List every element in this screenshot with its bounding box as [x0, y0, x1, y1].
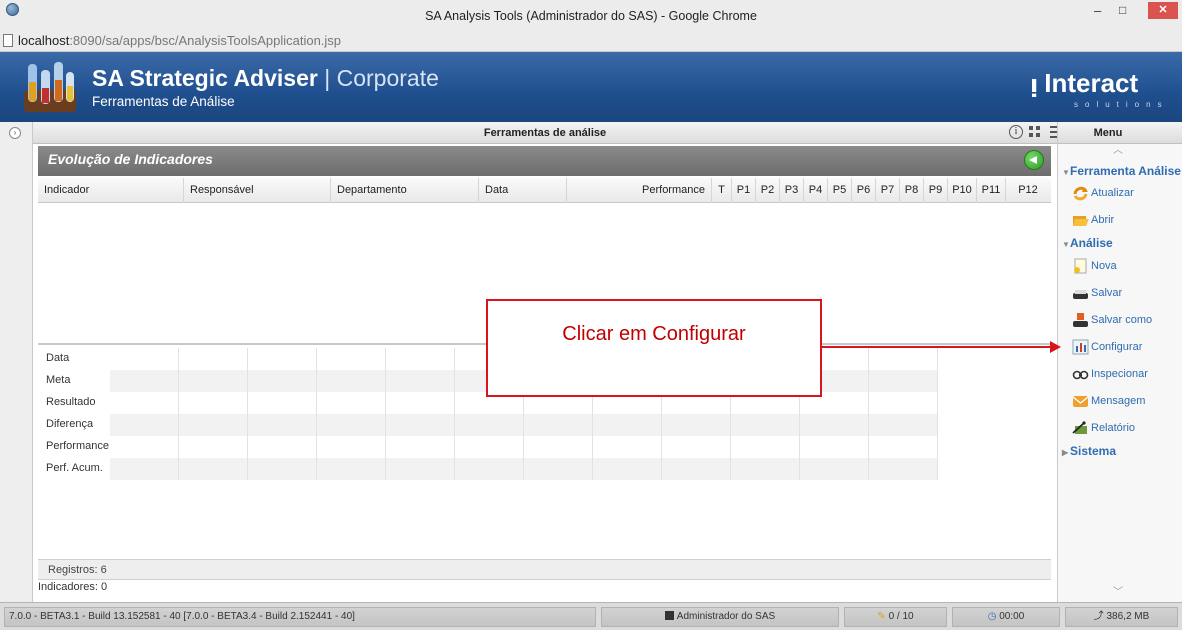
expanded-icon: ▼ — [1062, 168, 1070, 177]
inspect-icon — [1072, 370, 1089, 380]
build-info: 7.0.0 - BETA3.1 - Build 13.152581 - 40 [… — [4, 607, 596, 627]
left-collapsed-panel: › — [0, 122, 33, 602]
table-row: Performance — [38, 436, 1051, 458]
column-header[interactable]: Departamento — [331, 178, 479, 203]
column-header[interactable]: P3 — [780, 178, 804, 203]
configure-icon — [1072, 339, 1089, 355]
row-label: Performance — [46, 440, 109, 452]
menu-group-ferramenta-analise[interactable]: ▼Ferramenta Análise — [1062, 164, 1181, 178]
memory-icon: ⤴ — [1093, 611, 1104, 622]
app-subtitle: Ferramentas de Análise — [92, 94, 235, 109]
new-document-icon — [1074, 258, 1087, 274]
app-logo-icon — [24, 62, 76, 112]
user-status: Administrador do SAS — [601, 607, 839, 627]
save-icon — [1073, 290, 1088, 299]
close-button[interactable]: ✕ — [1148, 2, 1178, 19]
url-host: localhost — [18, 33, 70, 48]
task-status: ✎ 0 / 10 — [844, 607, 947, 627]
scroll-down-icon[interactable]: ﹀ — [1088, 588, 1148, 598]
column-header[interactable]: P4 — [804, 178, 828, 203]
column-header[interactable]: P1 — [732, 178, 756, 203]
side-menu: Menu ︿ ▼Ferramenta Análise Atualizar Abr… — [1057, 122, 1182, 602]
table-row: Perf. Acum. — [38, 458, 1051, 480]
url-text[interactable]: localhost:8090/sa/apps/bsc/AnalysisTools… — [18, 33, 341, 48]
page-icon — [3, 34, 13, 47]
row-label: Perf. Acum. — [46, 462, 103, 474]
expanded-icon: ▼ — [1062, 240, 1070, 249]
url-path: :8090/sa/apps/bsc/AnalysisToolsApplicati… — [69, 33, 342, 48]
menu-group-analise[interactable]: ▼Análise — [1062, 236, 1113, 250]
app-name: SA Strategic Adviser | Corporate — [92, 65, 439, 91]
table-row: Diferença — [38, 414, 1051, 436]
grid-view-icon[interactable] — [1029, 126, 1042, 139]
app-header: SA Strategic Adviser | Corporate Ferrame… — [0, 52, 1182, 122]
message-icon — [1072, 396, 1089, 407]
menu-group-sistema[interactable]: ▶ Sistema — [1062, 444, 1116, 458]
brand-logo: ᴉ Interact — [1030, 68, 1139, 98]
address-bar[interactable]: localhost:8090/sa/apps/bsc/AnalysisTools… — [0, 30, 1182, 52]
section-title: Evolução de Indicadores — [48, 151, 213, 167]
indicators-count: Indicadores: 0 — [38, 581, 108, 593]
table-header: Indicador Responsável Departamento Data … — [38, 178, 1051, 203]
section-header: Evolução de Indicadores — [38, 146, 1051, 176]
column-header[interactable]: P12 — [1006, 178, 1050, 203]
callout-arrow-icon — [1050, 341, 1061, 353]
column-header[interactable]: P6 — [852, 178, 876, 203]
column-header[interactable]: P11 — [977, 178, 1006, 203]
row-label: Diferença — [46, 418, 94, 430]
column-header[interactable]: Indicador — [38, 178, 184, 203]
app-edition: Corporate — [336, 65, 439, 91]
minimize-button[interactable]: – — [1094, 3, 1101, 18]
callout-arrow-line — [822, 346, 1052, 348]
task-icon: ✎ — [877, 611, 886, 622]
back-arrow-icon[interactable] — [1024, 150, 1044, 170]
clock-icon: ◷ — [987, 611, 997, 622]
folder-open-icon — [1073, 216, 1089, 226]
info-icon[interactable]: i — [1009, 125, 1023, 139]
time-status: ◷ 00:00 — [952, 607, 1060, 627]
records-count: Registros: 6 — [48, 564, 107, 576]
status-bar: 7.0.0 - BETA3.1 - Build 13.152581 - 40 [… — [0, 602, 1182, 630]
column-header[interactable]: P9 — [924, 178, 948, 203]
row-label: Resultado — [46, 396, 96, 408]
app-window: SA Analysis Tools (Administrador do SAS)… — [0, 0, 1182, 630]
expand-panel-icon[interactable]: › — [9, 127, 21, 139]
column-header[interactable]: T — [712, 178, 732, 203]
row-label: Meta — [46, 374, 71, 386]
column-header[interactable]: Performance — [567, 178, 712, 203]
callout-text: Clicar em Configurar — [562, 323, 746, 345]
column-header[interactable]: Responsável — [184, 178, 331, 203]
refresh-icon — [1073, 186, 1088, 201]
browser-titlebar: SA Analysis Tools (Administrador do SAS)… — [0, 0, 1182, 30]
user-icon — [664, 611, 674, 620]
memory-status: ⤴ 386,2 MB — [1065, 607, 1178, 627]
collapsed-icon: ▶ — [1062, 448, 1069, 457]
records-count-bar: Registros: 6 — [38, 559, 1051, 580]
column-header[interactable]: P10 — [948, 178, 977, 203]
window-title: SA Analysis Tools (Administrador do SAS)… — [425, 9, 757, 23]
menu-header: Menu — [1058, 122, 1182, 144]
column-header[interactable]: P5 — [828, 178, 852, 203]
row-label: Data — [46, 352, 70, 364]
column-header[interactable]: P8 — [900, 178, 924, 203]
column-header[interactable]: P7 — [876, 178, 900, 203]
panel-toolbar: Ferramentas de análise i — [33, 122, 1063, 144]
scroll-up-icon[interactable]: ︿ — [1088, 146, 1148, 156]
maximize-button[interactable]: □ — [1119, 3, 1126, 17]
panel-title: Ferramentas de análise — [483, 127, 607, 139]
menu-title: Menu — [1093, 127, 1123, 139]
column-header[interactable]: P2 — [756, 178, 780, 203]
column-header[interactable]: Data — [479, 178, 567, 203]
report-icon — [1072, 421, 1087, 434]
brand-tagline: solutions — [1074, 100, 1169, 109]
save-as-icon — [1073, 313, 1088, 327]
instruction-callout: Clicar em Configurar — [486, 299, 822, 397]
